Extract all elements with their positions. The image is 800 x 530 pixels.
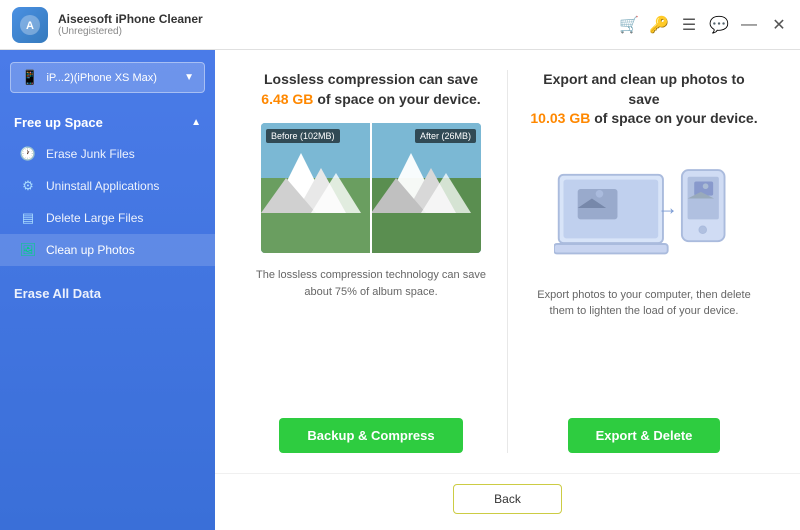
right-description: Export photos to your computer, then del… (537, 287, 750, 320)
comparison-divider (370, 123, 372, 253)
content-area: Lossless compression can save 6.48 GB of… (215, 50, 800, 530)
export-illustration: → (554, 143, 734, 273)
export-delete-button[interactable]: Export & Delete (568, 418, 721, 453)
left-description: The lossless compression technology can … (256, 267, 486, 300)
export-svg: → (554, 143, 734, 273)
export-delete-panel: Export and clean up photos to save 10.03… (508, 70, 780, 453)
files-icon: ▤ (20, 210, 36, 226)
photo-after: After (26MB) (371, 123, 481, 253)
clock-icon: 🕐 (20, 146, 36, 162)
key-icon[interactable]: 🔑 (650, 16, 668, 34)
title-bar: A Aiseesoft iPhone Cleaner (Unregistered… (0, 0, 800, 50)
device-selector[interactable]: 📱 iP...2)(iPhone XS Max) ▼ (10, 62, 205, 93)
right-highlight: 10.03 GB (530, 110, 590, 126)
erase-all-data-section: Erase All Data (0, 276, 215, 311)
device-name: iP...2)(iPhone XS Max) (46, 72, 176, 84)
clean-photos-label: Clean up Photos (46, 243, 135, 257)
content-main: Lossless compression can save 6.48 GB of… (215, 50, 800, 473)
backup-compress-button[interactable]: Backup & Compress (279, 418, 462, 453)
main-layout: 📱 iP...2)(iPhone XS Max) ▼ Free up Space… (0, 50, 800, 530)
chevron-up-icon: ▲ (191, 117, 201, 128)
back-button[interactable]: Back (453, 484, 562, 514)
backup-compress-panel: Lossless compression can save 6.48 GB of… (235, 70, 508, 453)
app-name: Aiseesoft iPhone Cleaner (58, 12, 620, 26)
erase-all-data-header[interactable]: Erase All Data (14, 286, 201, 301)
free-up-space-section: Free up Space ▲ 🕐 Erase Junk Files ⚙ Uni… (0, 105, 215, 266)
free-up-space-header[interactable]: Free up Space ▲ (0, 105, 215, 138)
svg-text:→: → (657, 196, 678, 219)
before-label: Before (102MB) (266, 129, 340, 143)
menu-icon[interactable]: ☰ (680, 16, 698, 34)
content-footer: Back (215, 473, 800, 530)
panel-right-title: Export and clean up photos to save 10.03… (528, 70, 760, 129)
after-label: After (26MB) (415, 129, 476, 143)
window-controls: 🛒 🔑 ☰ 💬 — ✕ (620, 16, 788, 34)
app-title-block: Aiseesoft iPhone Cleaner (Unregistered) (58, 12, 620, 37)
photos-icon: 🖼 (20, 242, 36, 258)
sidebar-item-delete-large[interactable]: ▤ Delete Large Files (0, 202, 215, 234)
right-title-part2: of space on your device. (594, 110, 757, 126)
sidebar-item-clean-photos[interactable]: 🖼 Clean up Photos (0, 234, 215, 266)
apps-icon: ⚙ (20, 178, 36, 194)
chat-icon[interactable]: 💬 (710, 16, 728, 34)
panel-left-title: Lossless compression can save 6.48 GB of… (261, 70, 480, 109)
photo-comparison: Before (102MB) After (26MB) (261, 123, 481, 253)
app-status: (Unregistered) (58, 26, 620, 37)
sidebar: 📱 iP...2)(iPhone XS Max) ▼ Free up Space… (0, 50, 215, 530)
erase-junk-label: Erase Junk Files (46, 147, 135, 161)
cart-icon[interactable]: 🛒 (620, 16, 638, 34)
left-title-part2: of space on your device. (317, 91, 480, 107)
app-logo: A (12, 7, 48, 43)
sidebar-item-erase-junk[interactable]: 🕐 Erase Junk Files (0, 138, 215, 170)
close-button[interactable]: ✕ (770, 16, 788, 34)
sidebar-item-uninstall-apps[interactable]: ⚙ Uninstall Applications (0, 170, 215, 202)
minimize-button[interactable]: — (740, 16, 758, 34)
svg-text:A: A (26, 20, 34, 32)
photo-before: Before (102MB) (261, 123, 371, 253)
delete-large-label: Delete Large Files (46, 211, 143, 225)
section-title-free-up: Free up Space (14, 115, 103, 130)
uninstall-apps-label: Uninstall Applications (46, 179, 159, 193)
chevron-down-icon: ▼ (184, 72, 194, 83)
device-icon: 📱 (21, 69, 38, 86)
left-highlight: 6.48 GB (261, 91, 313, 107)
